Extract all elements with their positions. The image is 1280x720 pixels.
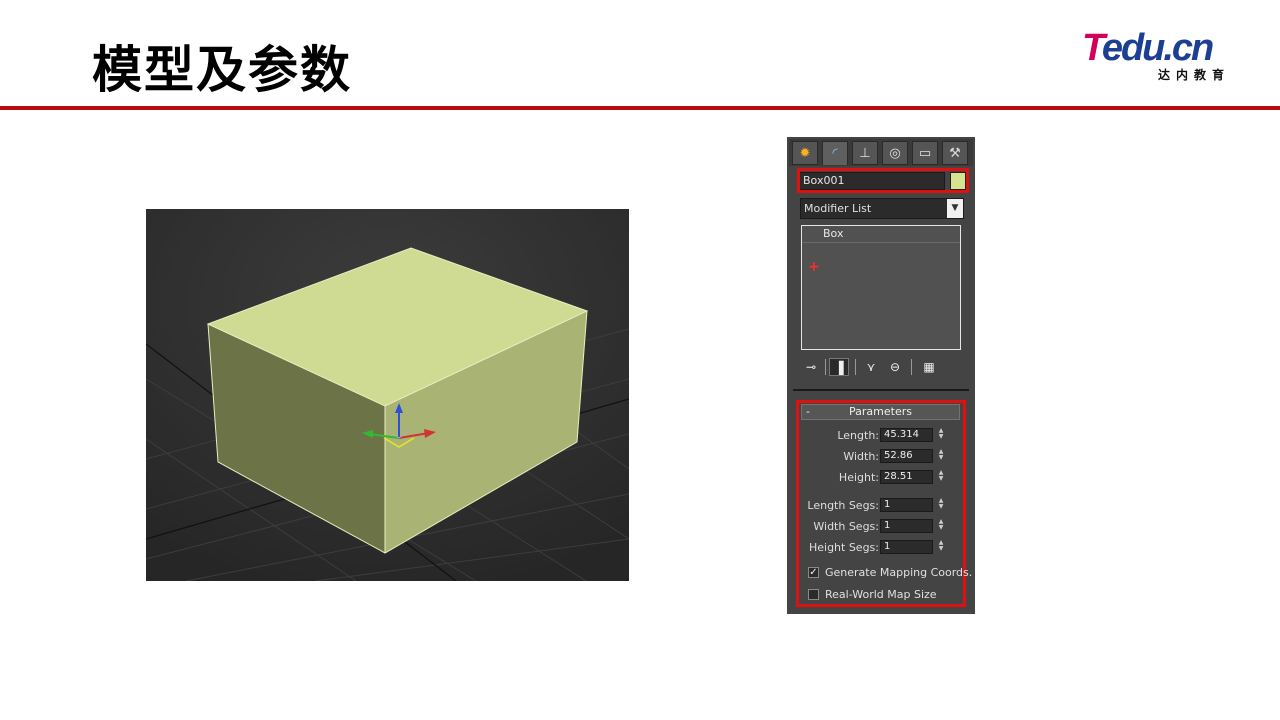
utilities-tab[interactable]: ⚒: [942, 141, 968, 165]
length-label: Length:: [837, 429, 879, 442]
remove-modifier-icon[interactable]: ⊖: [885, 358, 905, 376]
width-label: Width:: [843, 450, 879, 463]
collapse-icon[interactable]: -: [806, 405, 810, 419]
generate-mapping-checkbox[interactable]: ✓: [808, 567, 819, 578]
display-icon: ▭: [918, 145, 932, 161]
stack-toolbar: ⊸ ▐ ⋎ ⊖ ▦: [799, 357, 967, 377]
modifier-stack[interactable]: Box +: [801, 225, 961, 350]
width-spinner[interactable]: ▲ ▼: [936, 449, 946, 463]
toolbar-separator: [855, 359, 856, 375]
logo-t: T: [1082, 27, 1104, 69]
hierarchy-icon: ⊥: [859, 145, 871, 161]
height-spinner[interactable]: ▲ ▼: [936, 470, 946, 484]
real-world-map-label: Real-World Map Size: [825, 588, 937, 601]
stack-marker: +: [808, 259, 820, 275]
chevron-down-icon[interactable]: ▼: [947, 199, 963, 218]
utilities-icon: ⚒: [949, 145, 961, 161]
logo-brand: edu.cn: [1101, 27, 1214, 69]
panel-separator: [793, 389, 969, 391]
height-segs-input[interactable]: 1: [880, 540, 933, 554]
height-input[interactable]: 28.51: [880, 470, 933, 484]
configure-sets-icon[interactable]: ▦: [919, 358, 939, 376]
perspective-viewport[interactable]: [146, 209, 629, 581]
create-icon: ✹: [799, 145, 811, 161]
modify-tab[interactable]: ◜: [822, 141, 848, 165]
width-segs-label: Width Segs:: [813, 520, 879, 533]
toolbar-separator: [911, 359, 912, 375]
height-segs-spinner[interactable]: ▲ ▼: [936, 540, 946, 554]
width-segs-spinner[interactable]: ▲ ▼: [936, 519, 946, 533]
parameters-rollout-header[interactable]: - Parameters: [801, 404, 960, 420]
hierarchy-tab[interactable]: ⊥: [852, 141, 878, 165]
motion-icon: ◎: [889, 145, 901, 161]
modify-icon: ◜: [832, 146, 838, 161]
show-end-result-icon[interactable]: ▐: [829, 358, 849, 376]
create-tab[interactable]: ✹: [792, 141, 818, 165]
modifier-list-label: Modifier List: [804, 202, 872, 215]
stack-item-box[interactable]: Box: [802, 226, 960, 243]
height-label: Height:: [838, 471, 879, 484]
motion-tab[interactable]: ◎: [882, 141, 908, 165]
modifier-list-dropdown[interactable]: Modifier List ▼: [800, 198, 964, 219]
width-segs-input[interactable]: 1: [880, 519, 933, 533]
tedu-logo: Tedu.cn 达内教育: [1082, 28, 1242, 84]
header-divider: [0, 106, 1280, 110]
slide-title: 模型及参数: [92, 41, 352, 99]
generate-mapping-label: Generate Mapping Coords.: [825, 566, 973, 579]
command-panel-tabs: ✹ ◜ ⊥ ◎ ▭ ⚒: [789, 139, 973, 166]
length-input[interactable]: 45.314: [880, 428, 933, 442]
command-panel: ✹ ◜ ⊥ ◎ ▭ ⚒ Box001 Modifier List ▼ Box +…: [787, 137, 975, 614]
make-unique-icon[interactable]: ⋎: [861, 358, 881, 376]
pin-stack-icon[interactable]: ⊸: [801, 358, 821, 376]
parameters-title: Parameters: [849, 405, 912, 418]
real-world-map-checkbox[interactable]: [808, 589, 819, 600]
logo-subtitle: 达内教育: [1158, 68, 1231, 82]
height-segs-label: Height Segs:: [808, 541, 879, 554]
length-segs-spinner[interactable]: ▲ ▼: [936, 498, 946, 512]
length-segs-input[interactable]: 1: [880, 498, 933, 512]
name-highlight-box: [797, 168, 969, 193]
viewport-scene: [146, 209, 629, 581]
width-input[interactable]: 52.86: [880, 449, 933, 463]
display-tab[interactable]: ▭: [912, 141, 938, 165]
toolbar-separator: [825, 359, 826, 375]
length-spinner[interactable]: ▲ ▼: [936, 428, 946, 442]
length-segs-label: Length Segs:: [807, 499, 879, 512]
